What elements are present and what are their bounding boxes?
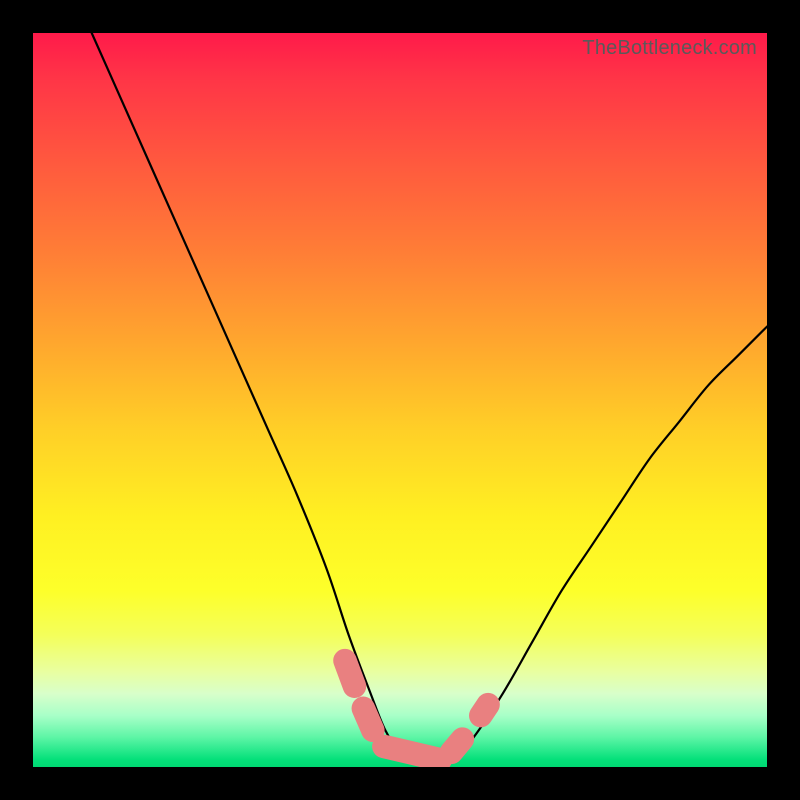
highlight-beads [345, 661, 488, 760]
bead-segment [345, 661, 355, 687]
curve-layer [33, 33, 767, 767]
bead-segment [363, 708, 373, 730]
chart-frame: TheBottleneck.com [0, 0, 800, 800]
bead-segment [384, 746, 441, 759]
plot-area: TheBottleneck.com [33, 33, 767, 767]
bottleneck-curve [92, 33, 767, 760]
bead-segment [481, 705, 488, 716]
bead-segment [451, 739, 462, 752]
